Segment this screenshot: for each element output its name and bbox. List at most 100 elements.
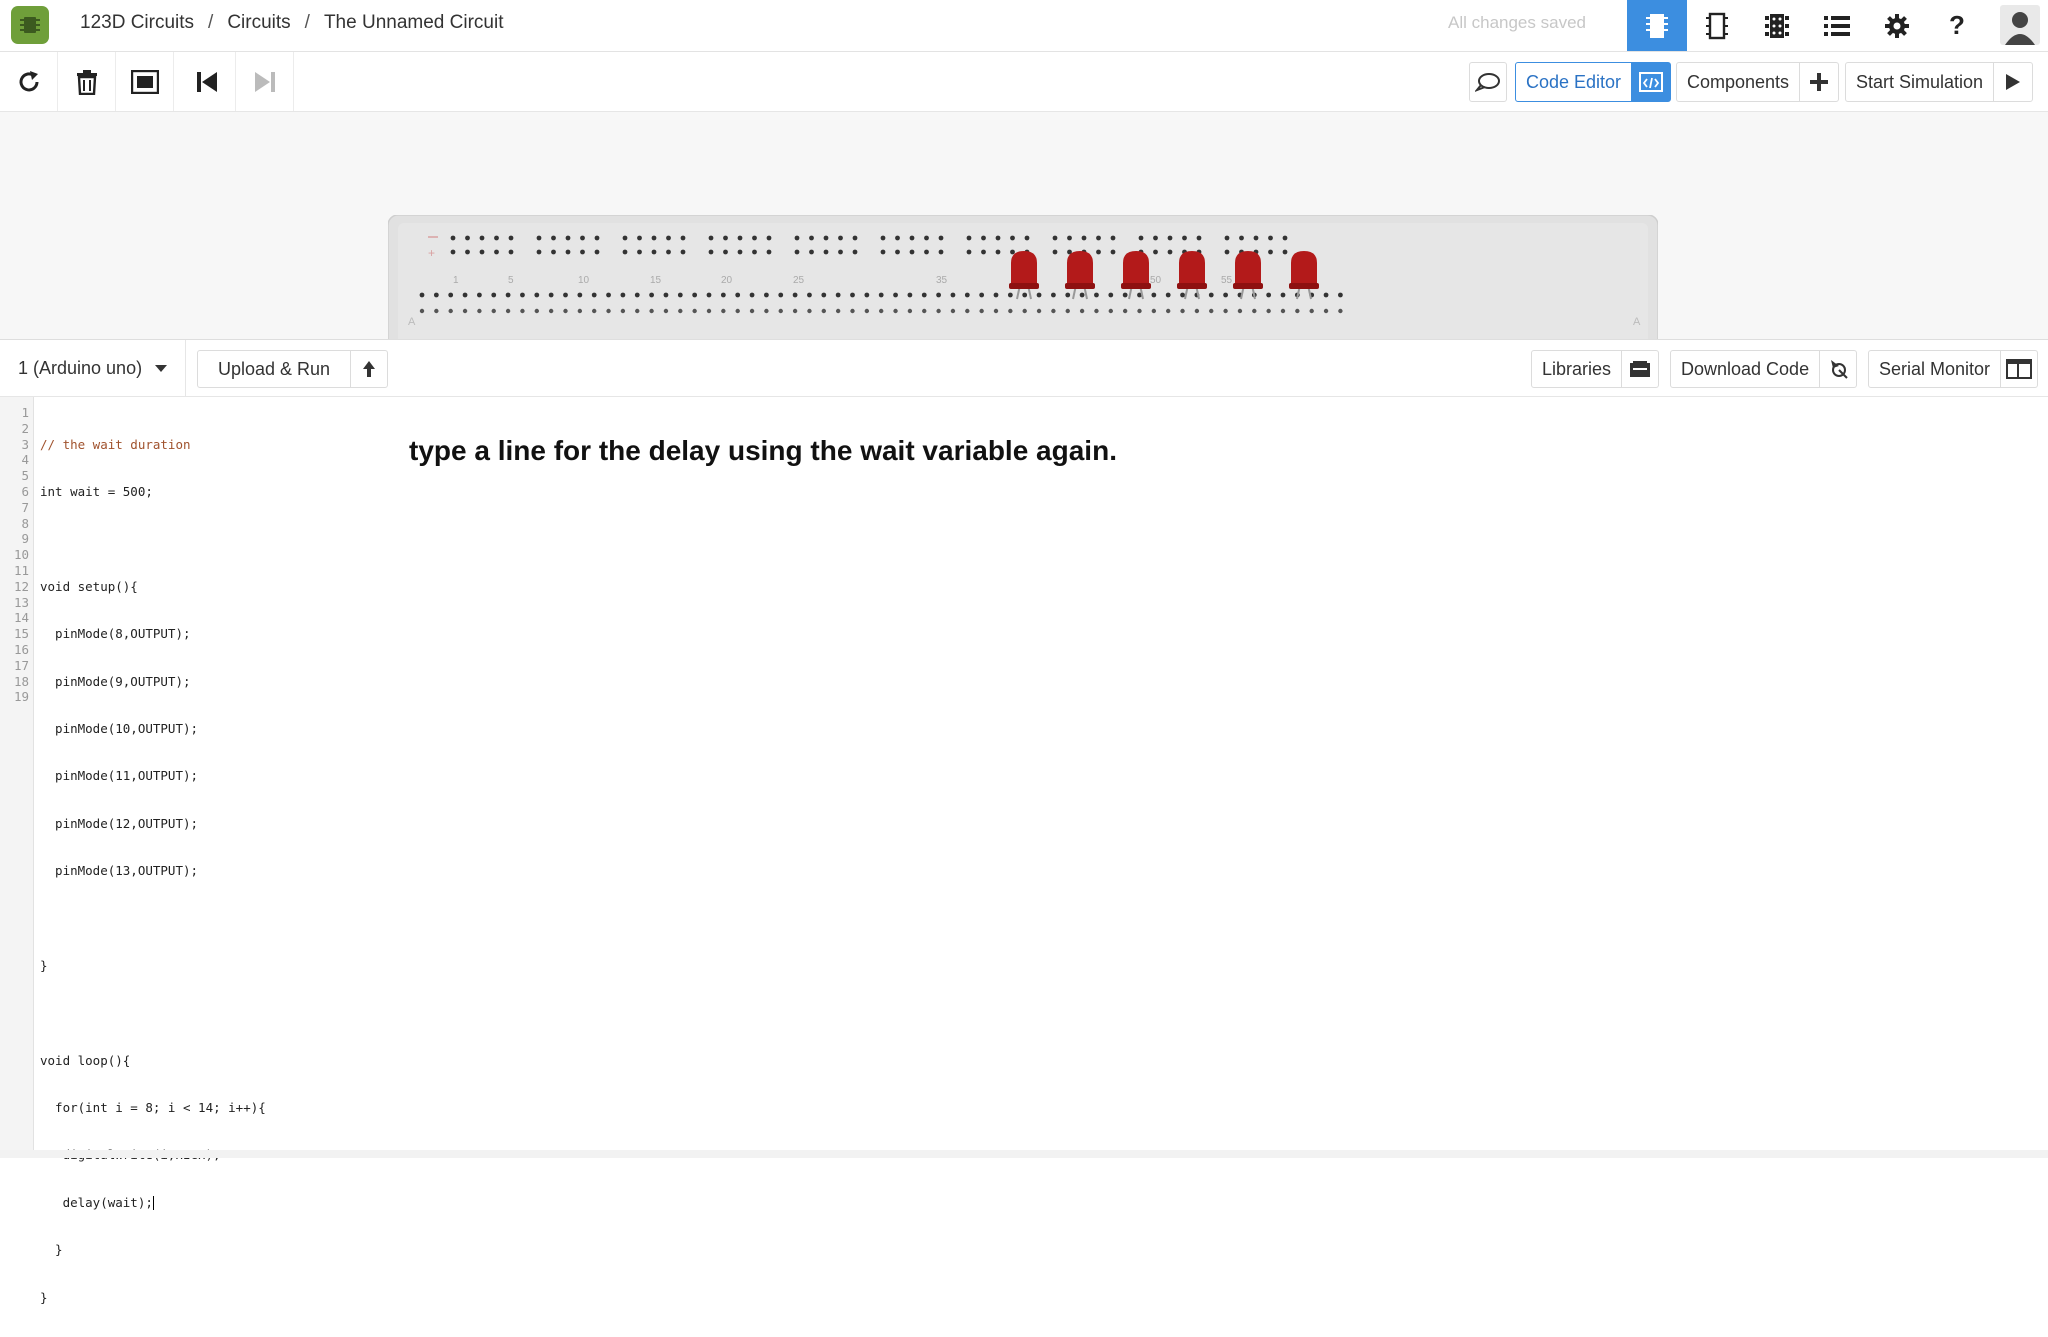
breadboard-column-label: 15 [650,275,662,286]
breadboard-hole [1079,292,1085,298]
breadboard-hole [580,235,585,241]
breadboard-hole [649,292,654,298]
comment-button[interactable] [1469,62,1507,102]
code-editor[interactable]: 1 2 3 4 5 6 7 8 9 10 11 12 13 14 15 16 1… [0,397,2048,1305]
step-forward-icon [254,71,275,92]
breadboard-hole [606,308,611,314]
components-button[interactable]: Components [1676,62,1840,102]
schematic-view-button[interactable] [1687,0,1747,51]
breadboard-hole [1036,308,1042,314]
step-forward-button[interactable] [236,52,294,111]
breadboard-hole [479,235,485,241]
settings-button[interactable] [1867,0,1927,51]
breadboard-hole [895,249,900,255]
breadboard-hole [1266,308,1271,314]
breadboard-view-button[interactable] [1627,0,1687,51]
breadcrumb-home-link[interactable]: 123D Circuits [80,12,194,34]
breadboard-hole [1338,292,1343,298]
code-line: void setup(){ [40,578,138,594]
app-logo-icon[interactable] [11,6,49,44]
breadboard-hole [850,308,855,314]
breadboard-hole [462,308,468,314]
library-box-icon [1621,351,1658,387]
breadboard-hole [1295,308,1300,314]
circuit-canvas[interactable]: + 151015202535505560 A A [0,112,2048,339]
breadboard-hole [1167,235,1173,241]
breadboard-hole [448,292,454,298]
power-rail-plus-label: + [428,246,435,260]
fit-to-screen-icon [130,69,159,94]
breadboard-column-label: 1 [453,275,459,286]
breadboard-hole [794,249,800,255]
serial-monitor-button[interactable]: Serial Monitor [1868,350,2039,388]
breadboard-hole [692,308,697,314]
breadboard-hole [520,308,525,314]
breadboard-hole [749,308,755,314]
breadboard-hole [606,292,611,298]
breadboard[interactable]: + 151015202535505560 A A [388,215,1658,339]
breadboard-hole [922,308,927,314]
breadboard-hole [878,292,884,298]
rotate-icon [19,70,38,91]
breadcrumb-separator: / [208,12,214,33]
breadboard-hole [1052,235,1058,241]
breadboard-hole [838,249,843,255]
breadboard-hole [838,235,843,241]
breadboard-hole [880,235,886,241]
top-navigation-bar: 123D Circuits / Circuits / The Unnamed C… [0,0,2048,52]
breadcrumb-circuits-link[interactable]: Circuits [227,12,290,34]
code-line-with-cursor: delay(wait); [40,1195,266,1211]
breadboard-hole [565,235,571,241]
start-simulation-button[interactable]: Start Simulation [1845,62,2034,102]
device-select[interactable]: 1 (Arduino uno) [0,340,186,396]
play-icon [1993,63,2032,101]
breadcrumb-circuit-name[interactable]: The Unnamed Circuit [324,12,504,34]
breadboard-hole [465,235,470,241]
component-list-button[interactable] [1807,0,1867,51]
breadboard-hole [450,235,456,241]
breadboard-hole [592,308,597,314]
breadboard-hole [680,249,686,255]
rotate-button[interactable] [0,52,58,111]
breadboard-hole [752,235,757,241]
breadboard-hole [1024,235,1030,241]
plus-icon [1799,63,1838,101]
code-editor-button[interactable]: Code Editor [1515,62,1672,102]
components-label: Components [1687,71,1790,92]
breadboard-column-label: 20 [721,275,733,286]
breadboard-hole [1223,292,1228,298]
breadboard-hole [981,249,986,255]
breadboard-hole [678,308,683,314]
breadboard-hole [1110,249,1116,255]
user-avatar[interactable] [2000,5,2040,45]
breadboard-hole [1167,249,1173,255]
breadboard-hole [666,235,671,241]
serial-monitor-label: Serial Monitor [1879,358,1991,379]
breadboard-hole [1224,249,1230,255]
breadboard-hole [1237,308,1243,314]
breadboard-hole [1010,235,1015,241]
delete-button[interactable] [58,52,116,111]
code-line: } [40,1242,63,1258]
breadboard-hole [864,308,870,314]
download-code-button[interactable]: Download Code [1670,350,1858,388]
device-select-value: 1 (Arduino uno) [18,357,143,378]
breadboard-hole [895,235,900,241]
breadboard-hole [966,235,972,241]
breadboard-hole [979,308,984,314]
breadboard-hole [907,308,913,314]
breadboard-hole [434,308,439,314]
code-text-area[interactable]: // the wait duration int wait = 500; voi… [40,405,266,1337]
breadboard-hole [1153,249,1158,255]
breadboard-hole [909,235,915,241]
breadboard-hole [936,292,941,298]
libraries-button[interactable]: Libraries [1531,350,1660,388]
fit-to-screen-button[interactable] [116,52,174,111]
breadboard-hole [893,308,898,314]
pcb-view-button[interactable] [1747,0,1807,51]
upload-run-button[interactable]: Upload & Run [197,350,389,388]
line-number-gutter: 1 2 3 4 5 6 7 8 9 10 11 12 13 14 15 16 1… [0,397,34,1150]
step-back-button[interactable] [178,52,236,111]
help-button[interactable]: ? [1927,0,1987,51]
breadcrumb-separator: / [304,12,310,33]
